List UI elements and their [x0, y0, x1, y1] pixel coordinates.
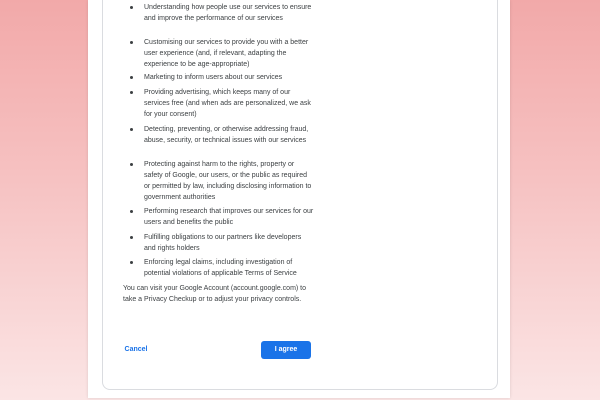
list-item-text: Performing research that improves our se… — [144, 208, 314, 226]
privacy-checkup-note: You can visit your Google Account (accou… — [123, 285, 307, 303]
list-item-text: Understanding how people use our service… — [144, 4, 312, 22]
list-item: Protecting against harm to the rights, p… — [130, 159, 314, 203]
list-item: Understanding how people use our service… — [130, 2, 314, 24]
list-item-text: Providing advertising, which keeps many … — [144, 89, 311, 118]
list-item-text: Customising our services to provide you … — [144, 39, 309, 68]
bullet-icon — [130, 91, 133, 94]
bullet-icon — [130, 6, 133, 9]
list-item: Performing research that improves our se… — [130, 206, 314, 228]
list-item: Customising our services to provide you … — [130, 37, 314, 70]
bullet-icon — [130, 210, 133, 213]
list-item-text: Marketing to inform users about our serv… — [144, 74, 283, 81]
data-use-list: Understanding how people use our service… — [0, 0, 600, 400]
bullet-icon — [130, 236, 133, 239]
list-item-text: Protecting against harm to the rights, p… — [144, 161, 312, 201]
cancel-button[interactable]: Cancel — [118, 341, 154, 358]
list-item: Fulfilling obligations to our partners l… — [130, 232, 314, 254]
bullet-icon — [130, 163, 133, 166]
list-item-text: Enforcing legal claims, including invest… — [144, 259, 297, 277]
list-item: Providing advertising, which keeps many … — [130, 87, 314, 120]
list-item-text: Detecting, preventing, or otherwise addr… — [144, 126, 309, 144]
list-item: Enforcing legal claims, including invest… — [130, 257, 314, 279]
bullet-icon — [130, 41, 133, 44]
bullet-icon — [130, 128, 133, 131]
bullet-icon — [130, 76, 133, 79]
list-item-text: Fulfilling obligations to our partners l… — [144, 234, 302, 252]
list-item: Detecting, preventing, or otherwise addr… — [130, 124, 314, 146]
agree-button[interactable]: I agree — [261, 341, 311, 359]
bullet-icon — [130, 261, 133, 264]
list-item: Marketing to inform users about our serv… — [130, 72, 314, 83]
